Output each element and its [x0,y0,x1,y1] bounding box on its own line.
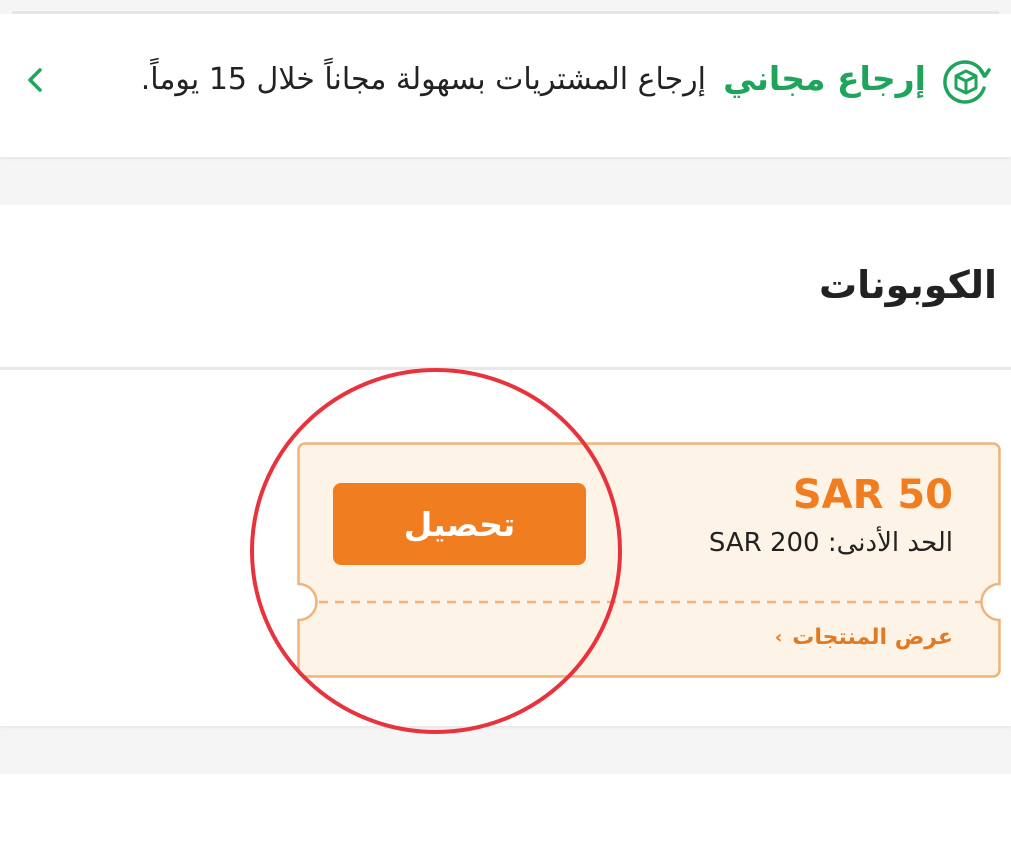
view-products-link[interactable]: عرض المنتجات › [775,625,953,650]
chevron-right-icon: › [774,627,783,648]
free-return-card[interactable]: إرجاع مجاني إرجاع المشتريات بسهولة مجانا… [0,14,1011,157]
view-products-label: عرض المنتجات [792,625,953,650]
free-return-description: إرجاع المشتريات بسهولة مجاناً خلال 15 يو… [140,62,706,97]
coupons-title: الكوبونات [818,263,997,307]
highlight-circle-annotation [250,368,622,734]
free-return-row[interactable]: إرجاع مجاني إرجاع المشتريات بسهولة مجانا… [0,54,1011,110]
coupon-amount: SAR 50 [792,472,953,518]
chevron-left-icon[interactable] [16,60,56,100]
return-box-icon [943,60,991,104]
next-section-title-peek [671,828,1011,848]
free-return-title: إرجاع مجاني [723,59,926,98]
next-section-card [0,774,1011,854]
coupon-minimum: الحد الأدنى: SAR 200 [708,528,953,558]
